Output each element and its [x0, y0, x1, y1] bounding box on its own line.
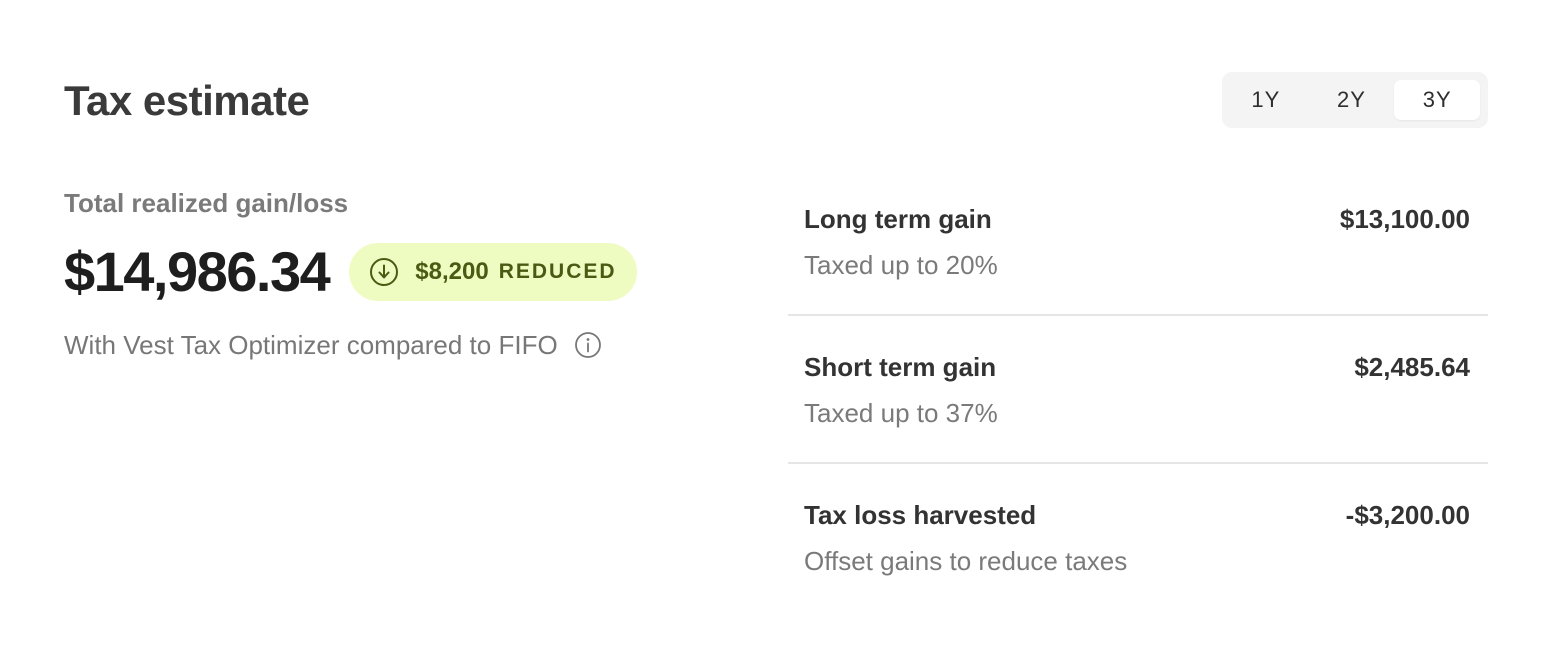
period-option-1y[interactable]: 1Y [1223, 80, 1309, 120]
breakdown-description: Offset gains to reduce taxes [804, 546, 1128, 576]
comparison-note: With Vest Tax Optimizer compared to FIFO [64, 328, 602, 362]
period-option-2y[interactable]: 2Y [1309, 80, 1395, 120]
breakdown-label: Tax loss harvested [804, 500, 1037, 530]
breakdown-description: Taxed up to 20% [804, 250, 998, 280]
gain-breakdown-list: Long term gain Taxed up to 20% $13,100.0… [788, 168, 1488, 612]
comparison-note-text: With Vest Tax Optimizer compared to FIFO [64, 330, 558, 360]
total-gain-row: $14,986.34 $8,200 REDUCED [64, 240, 637, 304]
list-item: Long term gain Taxed up to 20% $13,100.0… [788, 168, 1488, 316]
total-gain-label: Total realized gain/loss [64, 188, 349, 218]
breakdown-value: -$3,200.00 [1345, 500, 1470, 530]
total-gain-amount: $14,986.34 [64, 240, 331, 303]
period-option-3y[interactable]: 3Y [1394, 80, 1481, 120]
breakdown-label: Short term gain [804, 352, 997, 382]
info-icon[interactable] [574, 331, 602, 359]
reduced-amount: $8,200 [415, 258, 489, 285]
arrow-down-circle-icon [369, 257, 399, 287]
page-title: Tax estimate [64, 77, 310, 124]
list-item: Tax loss harvested Offset gains to reduc… [788, 464, 1488, 612]
breakdown-value: $2,485.64 [1354, 352, 1470, 382]
reduced-badge: $8,200 REDUCED [349, 243, 637, 301]
breakdown-label: Long term gain [804, 204, 992, 234]
breakdown-description: Taxed up to 37% [804, 398, 998, 428]
period-selector: 1Y 2Y 3Y [1222, 72, 1488, 128]
list-item: Short term gain Taxed up to 37% $2,485.6… [788, 316, 1488, 464]
reduced-label: REDUCED [498, 260, 617, 283]
breakdown-value: $13,100.00 [1339, 204, 1470, 234]
tax-estimate-card: Tax estimate 1Y 2Y 3Y Total realized gai… [0, 0, 1552, 668]
